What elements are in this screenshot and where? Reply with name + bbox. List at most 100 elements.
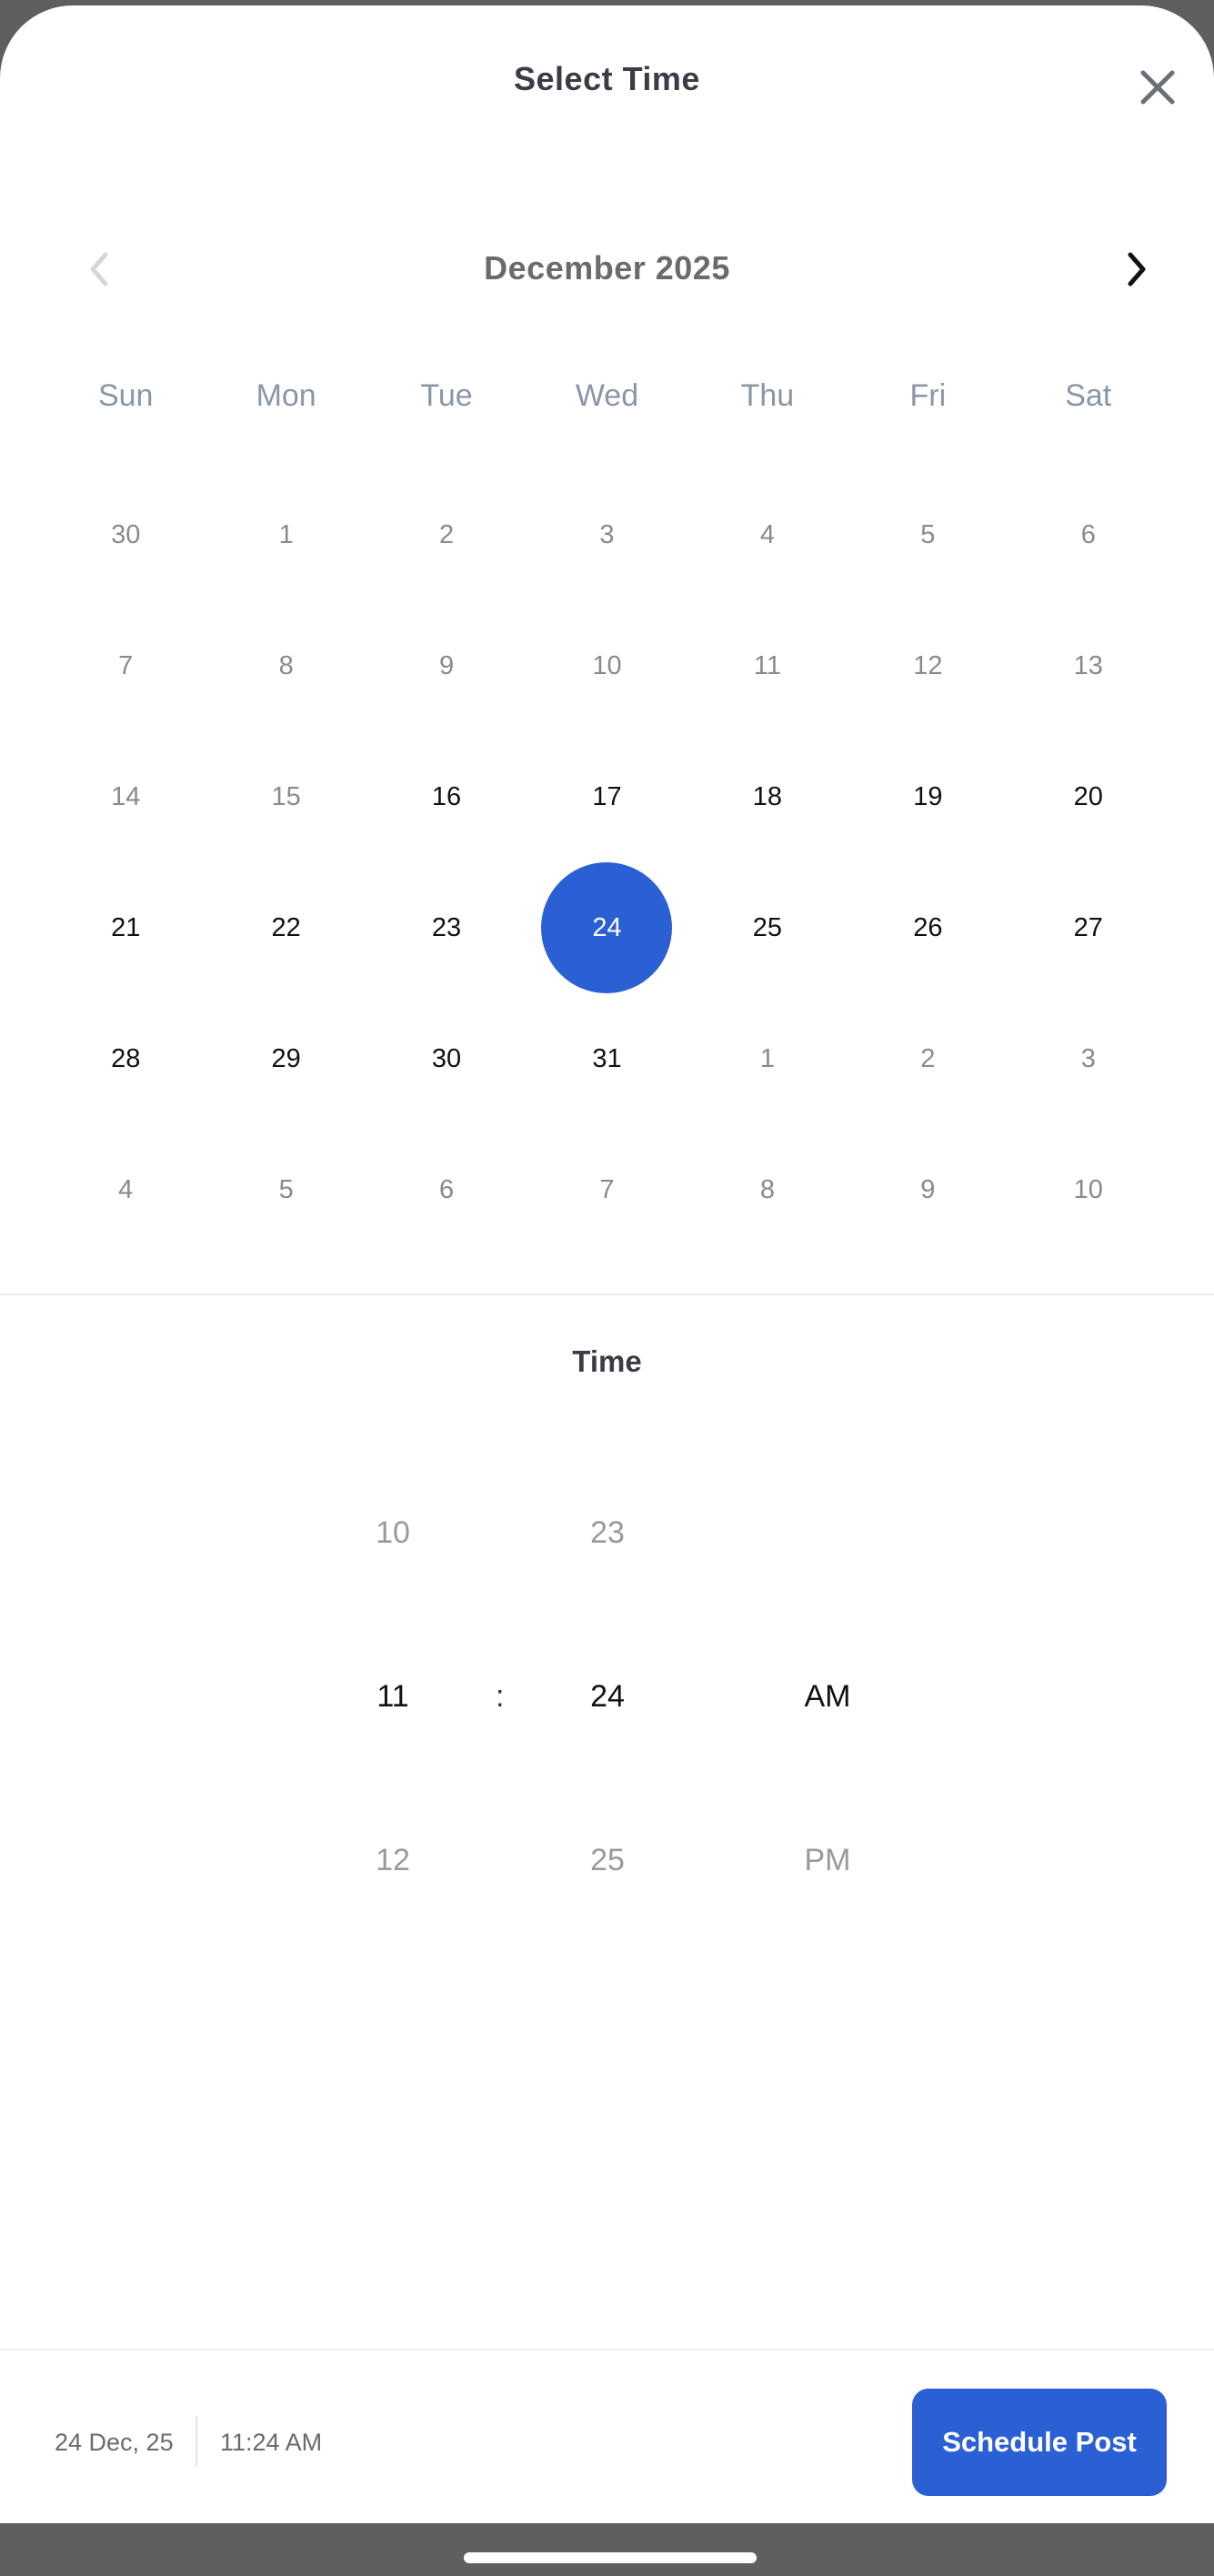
weekday-label: Fri [909,378,947,413]
calendar-day-label: 10 [592,650,622,680]
calendar-day[interactable]: 28 [45,993,206,1124]
calendar-day-label: 19 [913,781,943,811]
calendar-day[interactable]: 30 [366,993,527,1124]
calendar-day-label: 20 [1073,781,1103,811]
calendar-day-label: 4 [118,1174,134,1204]
minute-option-next[interactable]: 25 [535,1843,680,1878]
calendar-day[interactable]: 22 [206,862,366,993]
sheet-header: Select Time [0,5,1214,160]
calendar-day[interactable]: 19 [848,731,1008,862]
calendar-day[interactable]: 5 [206,1124,366,1255]
weekday-label: Wed [575,378,639,413]
calendar-day[interactable]: 7 [527,1124,687,1255]
calendar-day[interactable]: 25 [687,862,848,993]
calendar-day[interactable]: 23 [366,862,527,993]
calendar-day[interactable]: 7 [45,600,206,731]
period-option-pm[interactable]: PM [755,1843,900,1878]
time-section-title: Time [572,1344,642,1378]
calendar-day[interactable]: 31 [527,993,687,1124]
calendar-day[interactable]: 4 [45,1124,206,1255]
calendar-day[interactable]: 3 [1008,993,1169,1124]
weekday-header: Sun Mon Tue Wed Thu Fri Sat [45,378,1169,424]
calendar-day-label: 3 [599,519,615,549]
calendar-day[interactable]: 4 [687,469,848,600]
calendar-day[interactable]: 8 [687,1124,848,1255]
calendar-day-label: 5 [920,519,936,549]
calendar-day[interactable]: 3 [527,469,687,600]
calendar-day-label: 27 [1073,912,1103,942]
calendar-day[interactable]: 12 [848,600,1008,731]
calendar-day-label: 9 [438,650,455,680]
calendar-day[interactable]: 30 [45,469,206,600]
calendar-day-label: 30 [431,1043,462,1073]
hour-option-next[interactable]: 12 [320,1843,466,1878]
hour-option-current[interactable]: 11 [320,1679,466,1715]
calendar-navigation: December 2025 [0,235,1214,307]
calendar-day-label: 26 [913,912,943,942]
footer-divider [0,2349,1214,2350]
calendar-day-label: 12 [913,650,943,680]
calendar-day[interactable]: 5 [848,469,1008,600]
calendar-day[interactable]: 17 [527,731,687,862]
calendar-day-label: 5 [278,1174,294,1204]
calendar-day[interactable]: 10 [527,600,687,731]
calendar-day[interactable]: 18 [687,731,848,862]
calendar-day-label: 4 [759,519,775,549]
calendar-day[interactable]: 1 [206,469,366,600]
calendar-divider [0,1293,1214,1295]
calendar-day[interactable]: 16 [366,731,527,862]
calendar-day-label: 14 [111,781,141,811]
calendar-day[interactable]: 27 [1008,862,1169,993]
close-button[interactable] [1132,62,1183,113]
time-separator: : [496,1679,505,1714]
calendar-day[interactable]: 2 [366,469,527,600]
minute-option-prev[interactable]: 23 [535,1515,680,1551]
weekday-label: Mon [256,378,316,413]
calendar-day-selected[interactable]: 24 [527,862,687,993]
page-title: Select Time [514,60,700,97]
home-indicator [464,2552,757,2563]
period-option-am[interactable]: AM [755,1679,900,1715]
selected-time-summary: 11:24 AM [220,2429,323,2456]
calendar-day-label: 23 [431,912,462,942]
calendar-day[interactable]: 26 [848,862,1008,993]
calendar-day-label: 18 [752,781,783,811]
calendar-day-label: 7 [118,650,134,680]
calendar-day[interactable]: 29 [206,993,366,1124]
calendar-day-label: 25 [752,912,783,942]
calendar-day[interactable]: 1 [687,993,848,1124]
calendar-day-label: 24 [541,862,673,993]
next-month-button[interactable] [1109,242,1163,297]
calendar-day-label: 15 [271,781,301,811]
hour-option-prev[interactable]: 10 [320,1515,466,1551]
calendar-day-label: 31 [592,1043,622,1073]
calendar-day[interactable]: 21 [45,862,206,993]
calendar-day[interactable]: 20 [1008,731,1169,862]
calendar-day[interactable]: 9 [366,600,527,731]
calendar-day[interactable]: 8 [206,600,366,731]
close-icon [1140,70,1175,105]
calendar-day-label: 8 [759,1174,775,1204]
calendar-day-label: 21 [111,912,141,942]
schedule-post-button[interactable]: Schedule Post [912,2389,1167,2496]
time-picker-sheet: Select Time December 2025 Sun Mon Tue Wed Th… [0,5,1214,2523]
weekday-label: Sun [97,378,154,413]
calendar-day-label: 3 [1080,1043,1096,1073]
calendar-day[interactable]: 10 [1008,1124,1169,1255]
calendar-day[interactable]: 14 [45,731,206,862]
calendar-day[interactable]: 13 [1008,600,1169,731]
calendar-days-grid: 30 1 2 3 4 5 6 7 8 9 10 11 12 13 14 15 16 17 18 19 20 21 22 23 2… [45,469,1169,1255]
calendar-day[interactable]: 6 [1008,469,1169,600]
calendar-day[interactable]: 6 [366,1124,527,1255]
calendar-day-label: 6 [438,1174,455,1204]
calendar-day-label: 29 [271,1043,301,1073]
calendar-day-label: 1 [278,519,294,549]
calendar-day[interactable]: 2 [848,993,1008,1124]
minute-option-current[interactable]: 24 [535,1679,680,1715]
calendar-day[interactable]: 9 [848,1124,1008,1255]
calendar-day-label: 28 [111,1043,141,1073]
month-label: December 2025 [484,249,730,287]
calendar-day[interactable]: 15 [206,731,366,862]
calendar-day-label: 11 [753,650,781,680]
calendar-day[interactable]: 11 [687,600,848,731]
